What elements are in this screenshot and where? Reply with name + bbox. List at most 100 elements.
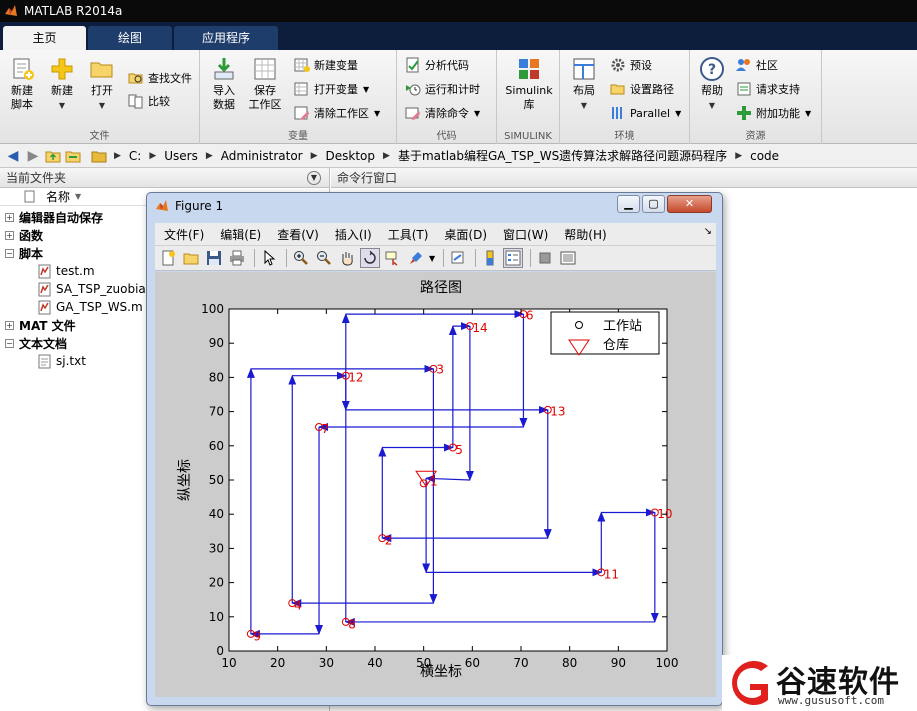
- breadcrumb-project-folder[interactable]: 基于matlab编程GA_TSP_WS遗传算法求解路径问题源码程序: [398, 147, 727, 164]
- breadcrumb-code[interactable]: code: [750, 149, 779, 163]
- colorbar-icon[interactable]: [480, 248, 500, 268]
- menu-view[interactable]: 查看(V): [277, 226, 319, 243]
- run-and-time-icon: [406, 84, 421, 96]
- rotate-icon[interactable]: [360, 248, 380, 268]
- hide-plot-tools-icon[interactable]: [535, 248, 555, 268]
- help-button[interactable]: ? 帮助 ▼: [690, 56, 734, 113]
- new-script-button[interactable]: 新建 脚本: [0, 56, 44, 112]
- x-tick-label: 100: [656, 656, 679, 670]
- ribbon-group-environment: 布局 ▼ 预设 设置路径 Parallel ▼ 环境: [560, 50, 690, 144]
- save-icon[interactable]: [204, 248, 224, 268]
- pan-icon[interactable]: [337, 248, 357, 268]
- current-folder-title: 当前文件夹: [6, 171, 67, 185]
- close-button[interactable]: ✕: [667, 195, 712, 213]
- menu-desktop[interactable]: 桌面(D): [444, 226, 487, 243]
- collapse-minus-icon[interactable]: −: [5, 248, 14, 258]
- collapse-minus-icon[interactable]: −: [5, 338, 14, 348]
- addons-button[interactable]: 附加功能 ▼: [736, 102, 811, 124]
- compare-button[interactable]: 比较: [128, 90, 170, 112]
- expand-plus-icon[interactable]: +: [5, 320, 14, 330]
- brush-dropdown-icon[interactable]: ▼: [429, 254, 435, 263]
- station-label: 4: [294, 599, 302, 613]
- y-tick-label: 90: [209, 336, 224, 350]
- zoom-out-icon[interactable]: [314, 248, 334, 268]
- figure-menu-bar: 文件(F) 编辑(E) 查看(V) 插入(I) 工具(T) 桌面(D) 窗口(W…: [155, 223, 716, 245]
- tab-apps[interactable]: 应用程序: [174, 26, 278, 50]
- save-workspace-button[interactable]: 保存 工作区: [243, 56, 287, 112]
- parallel-button[interactable]: Parallel ▼: [610, 102, 681, 124]
- maximize-button[interactable]: ▢: [642, 195, 665, 213]
- menu-help[interactable]: 帮助(H): [564, 226, 606, 243]
- expand-plus-icon[interactable]: +: [5, 212, 14, 222]
- breadcrumb-desktop[interactable]: Desktop: [326, 149, 376, 163]
- analyze-code-button[interactable]: 分析代码: [405, 54, 469, 76]
- help-label: 帮助: [701, 84, 723, 97]
- up-folder-icon[interactable]: [44, 147, 62, 165]
- open-file-icon[interactable]: [181, 248, 201, 268]
- menu-window[interactable]: 窗口(W): [503, 226, 548, 243]
- find-files-button[interactable]: 查找文件: [128, 67, 192, 89]
- forward-arrow-icon[interactable]: ▶: [24, 147, 42, 165]
- breadcrumb-separator-icon: ▶: [383, 150, 390, 161]
- ribbon-group-simulink: Simulink 库 SIMULINK: [497, 50, 560, 144]
- set-path-button[interactable]: 设置路径: [610, 78, 674, 100]
- show-plot-tools-icon[interactable]: [558, 248, 578, 268]
- link-icon[interactable]: [448, 248, 468, 268]
- open-label: 打开: [91, 84, 113, 97]
- back-arrow-icon[interactable]: ◀: [4, 147, 22, 165]
- request-support-button[interactable]: 请求支持: [736, 78, 800, 100]
- tab-home[interactable]: 主页: [3, 26, 86, 50]
- breadcrumb-administrator[interactable]: Administrator: [221, 149, 303, 163]
- m-file-icon: [38, 282, 51, 296]
- run-and-time-button[interactable]: 运行和计时: [405, 78, 480, 100]
- print-icon[interactable]: [227, 248, 247, 268]
- dock-arrow-icon[interactable]: ↘: [704, 226, 712, 237]
- minimize-button[interactable]: ▁: [617, 195, 640, 213]
- new-variable-button[interactable]: 新建变量: [294, 54, 358, 76]
- preferences-button[interactable]: 预设: [610, 54, 652, 76]
- layout-label: 布局: [573, 84, 595, 97]
- simulink-library-button[interactable]: Simulink 库: [505, 56, 553, 112]
- menu-insert[interactable]: 插入(I): [335, 226, 372, 243]
- new-variable-icon: [294, 58, 310, 72]
- y-tick-label: 60: [209, 439, 224, 453]
- layout-button[interactable]: 布局 ▼: [562, 56, 606, 113]
- open-button[interactable]: 打开 ▼: [80, 56, 124, 113]
- community-button[interactable]: 社区: [736, 54, 778, 76]
- data-cursor-icon[interactable]: [383, 248, 403, 268]
- zoom-in-icon[interactable]: [291, 248, 311, 268]
- app-title-bar: MATLAB R2014a: [0, 0, 917, 22]
- import-data-button[interactable]: 导入 数据: [202, 56, 246, 112]
- menu-tools[interactable]: 工具(T): [388, 226, 429, 243]
- command-window-header: 命令行窗口: [331, 168, 917, 188]
- station-label: 8: [348, 617, 356, 631]
- breadcrumb-users[interactable]: Users: [164, 149, 198, 163]
- new-button[interactable]: 新建 ▼: [40, 56, 84, 113]
- y-axis-label: 纵坐标: [177, 459, 193, 501]
- breadcrumb-drive[interactable]: C:: [129, 149, 141, 163]
- panel-actions-icon[interactable]: ▼: [307, 171, 321, 185]
- legend-icon[interactable]: [503, 248, 524, 268]
- open-variable-button[interactable]: 打开变量 ▼: [294, 78, 369, 100]
- addons-plus-icon: [737, 106, 751, 120]
- tab-plots[interactable]: 绘图: [88, 26, 172, 50]
- m-file-icon: [38, 300, 51, 314]
- chart-legend[interactable]: 工作站 仓库: [550, 311, 660, 356]
- save-workspace-label: 保存 工作区: [248, 84, 282, 111]
- clear-commands-button[interactable]: 清除命令 ▼: [405, 102, 480, 124]
- gear-icon: [611, 58, 625, 72]
- station-label: 3: [436, 363, 444, 377]
- menu-file[interactable]: 文件(F): [164, 226, 204, 243]
- pointer-icon[interactable]: [259, 248, 279, 268]
- browse-folder-icon[interactable]: [64, 147, 82, 165]
- clear-workspace-button[interactable]: 清除工作区 ▼: [294, 102, 380, 124]
- compare-icon: [128, 94, 143, 109]
- menu-edit[interactable]: 编辑(E): [220, 226, 261, 243]
- toolbar-separator: [286, 249, 287, 267]
- expand-plus-icon[interactable]: +: [5, 230, 14, 240]
- new-figure-icon[interactable]: [158, 248, 178, 268]
- brush-icon[interactable]: [406, 248, 426, 268]
- station-label: 13: [550, 405, 565, 419]
- request-support-icon: [737, 82, 751, 96]
- open-variable-label: 打开变量: [314, 83, 358, 96]
